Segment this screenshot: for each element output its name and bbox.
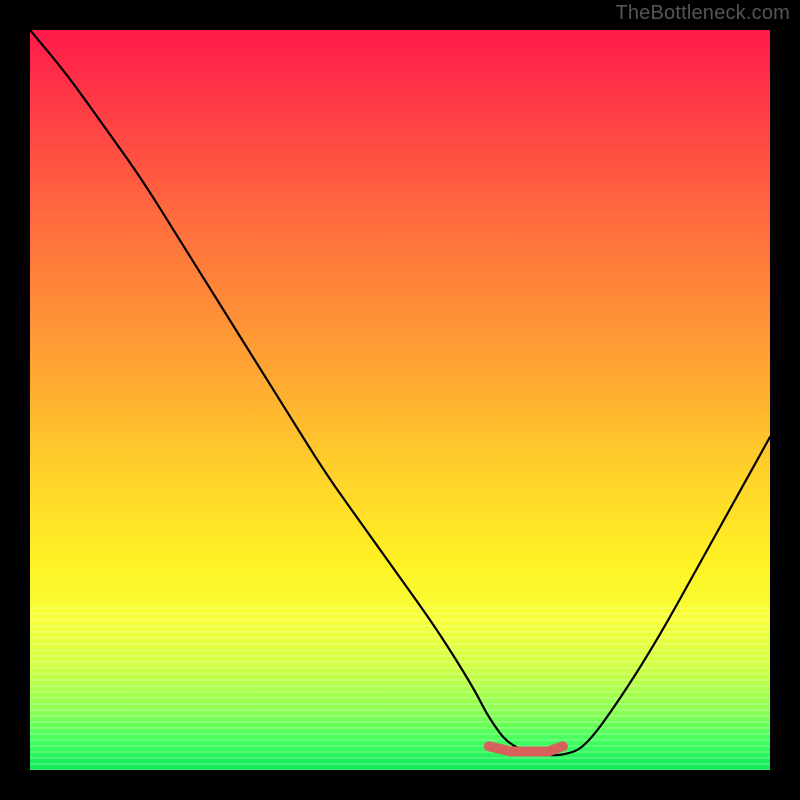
- plot-area: [30, 30, 770, 770]
- optimal-range-highlight: [489, 746, 563, 751]
- curve-svg: [30, 30, 770, 770]
- watermark-text: TheBottleneck.com: [615, 2, 790, 25]
- bottleneck-curve: [30, 30, 770, 755]
- chart-frame: TheBottleneck.com: [0, 0, 800, 800]
